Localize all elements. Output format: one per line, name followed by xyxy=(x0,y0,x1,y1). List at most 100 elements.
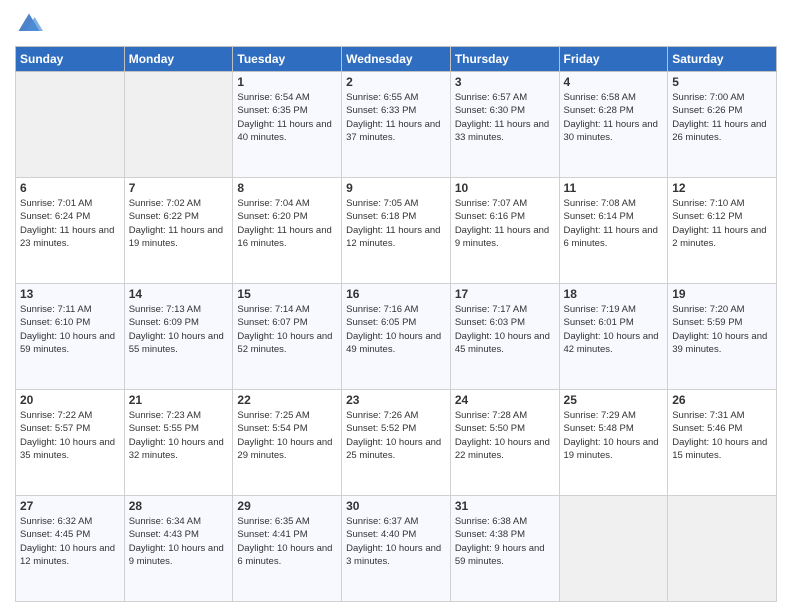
day-detail: Sunrise: 7:13 AM Sunset: 6:09 PM Dayligh… xyxy=(129,303,229,356)
day-number: 30 xyxy=(346,499,446,513)
calendar-cell: 16 Sunrise: 7:16 AM Sunset: 6:05 PM Dayl… xyxy=(342,284,451,390)
col-header-thursday: Thursday xyxy=(450,47,559,72)
day-detail: Sunrise: 6:57 AM Sunset: 6:30 PM Dayligh… xyxy=(455,91,555,144)
calendar-table: SundayMondayTuesdayWednesdayThursdayFrid… xyxy=(15,46,777,602)
day-number: 10 xyxy=(455,181,555,195)
day-detail: Sunrise: 7:23 AM Sunset: 5:55 PM Dayligh… xyxy=(129,409,229,462)
calendar-cell: 12 Sunrise: 7:10 AM Sunset: 6:12 PM Dayl… xyxy=(668,178,777,284)
calendar-cell: 28 Sunrise: 6:34 AM Sunset: 4:43 PM Dayl… xyxy=(124,496,233,602)
day-detail: Sunrise: 7:31 AM Sunset: 5:46 PM Dayligh… xyxy=(672,409,772,462)
week-row-5: 27 Sunrise: 6:32 AM Sunset: 4:45 PM Dayl… xyxy=(16,496,777,602)
day-number: 22 xyxy=(237,393,337,407)
week-row-2: 6 Sunrise: 7:01 AM Sunset: 6:24 PM Dayli… xyxy=(16,178,777,284)
calendar-cell: 1 Sunrise: 6:54 AM Sunset: 6:35 PM Dayli… xyxy=(233,72,342,178)
day-number: 12 xyxy=(672,181,772,195)
header xyxy=(15,10,777,38)
page: SundayMondayTuesdayWednesdayThursdayFrid… xyxy=(0,0,792,612)
calendar-cell: 25 Sunrise: 7:29 AM Sunset: 5:48 PM Dayl… xyxy=(559,390,668,496)
day-detail: Sunrise: 6:37 AM Sunset: 4:40 PM Dayligh… xyxy=(346,515,446,568)
calendar-cell: 21 Sunrise: 7:23 AM Sunset: 5:55 PM Dayl… xyxy=(124,390,233,496)
day-number: 1 xyxy=(237,75,337,89)
day-detail: Sunrise: 7:01 AM Sunset: 6:24 PM Dayligh… xyxy=(20,197,120,250)
day-number: 5 xyxy=(672,75,772,89)
calendar-cell: 10 Sunrise: 7:07 AM Sunset: 6:16 PM Dayl… xyxy=(450,178,559,284)
day-number: 11 xyxy=(564,181,664,195)
day-number: 19 xyxy=(672,287,772,301)
calendar-cell: 11 Sunrise: 7:08 AM Sunset: 6:14 PM Dayl… xyxy=(559,178,668,284)
logo xyxy=(15,10,47,38)
col-header-sunday: Sunday xyxy=(16,47,125,72)
calendar-cell: 14 Sunrise: 7:13 AM Sunset: 6:09 PM Dayl… xyxy=(124,284,233,390)
header-row: SundayMondayTuesdayWednesdayThursdayFrid… xyxy=(16,47,777,72)
col-header-monday: Monday xyxy=(124,47,233,72)
calendar-cell: 8 Sunrise: 7:04 AM Sunset: 6:20 PM Dayli… xyxy=(233,178,342,284)
calendar-cell: 26 Sunrise: 7:31 AM Sunset: 5:46 PM Dayl… xyxy=(668,390,777,496)
day-detail: Sunrise: 7:19 AM Sunset: 6:01 PM Dayligh… xyxy=(564,303,664,356)
day-number: 27 xyxy=(20,499,120,513)
day-detail: Sunrise: 7:14 AM Sunset: 6:07 PM Dayligh… xyxy=(237,303,337,356)
day-detail: Sunrise: 7:08 AM Sunset: 6:14 PM Dayligh… xyxy=(564,197,664,250)
calendar-cell: 9 Sunrise: 7:05 AM Sunset: 6:18 PM Dayli… xyxy=(342,178,451,284)
calendar-cell xyxy=(668,496,777,602)
calendar-cell xyxy=(16,72,125,178)
day-number: 17 xyxy=(455,287,555,301)
day-detail: Sunrise: 7:11 AM Sunset: 6:10 PM Dayligh… xyxy=(20,303,120,356)
calendar-body: 1 Sunrise: 6:54 AM Sunset: 6:35 PM Dayli… xyxy=(16,72,777,602)
day-detail: Sunrise: 7:02 AM Sunset: 6:22 PM Dayligh… xyxy=(129,197,229,250)
calendar-cell: 19 Sunrise: 7:20 AM Sunset: 5:59 PM Dayl… xyxy=(668,284,777,390)
calendar-cell: 6 Sunrise: 7:01 AM Sunset: 6:24 PM Dayli… xyxy=(16,178,125,284)
col-header-saturday: Saturday xyxy=(668,47,777,72)
day-detail: Sunrise: 7:28 AM Sunset: 5:50 PM Dayligh… xyxy=(455,409,555,462)
calendar-cell: 20 Sunrise: 7:22 AM Sunset: 5:57 PM Dayl… xyxy=(16,390,125,496)
day-detail: Sunrise: 7:07 AM Sunset: 6:16 PM Dayligh… xyxy=(455,197,555,250)
day-detail: Sunrise: 7:05 AM Sunset: 6:18 PM Dayligh… xyxy=(346,197,446,250)
day-number: 29 xyxy=(237,499,337,513)
day-number: 8 xyxy=(237,181,337,195)
col-header-friday: Friday xyxy=(559,47,668,72)
day-number: 6 xyxy=(20,181,120,195)
calendar-cell: 4 Sunrise: 6:58 AM Sunset: 6:28 PM Dayli… xyxy=(559,72,668,178)
day-detail: Sunrise: 6:38 AM Sunset: 4:38 PM Dayligh… xyxy=(455,515,555,568)
day-detail: Sunrise: 6:34 AM Sunset: 4:43 PM Dayligh… xyxy=(129,515,229,568)
day-detail: Sunrise: 6:32 AM Sunset: 4:45 PM Dayligh… xyxy=(20,515,120,568)
day-number: 15 xyxy=(237,287,337,301)
day-number: 18 xyxy=(564,287,664,301)
day-number: 2 xyxy=(346,75,446,89)
day-number: 16 xyxy=(346,287,446,301)
calendar-cell: 3 Sunrise: 6:57 AM Sunset: 6:30 PM Dayli… xyxy=(450,72,559,178)
calendar-cell: 17 Sunrise: 7:17 AM Sunset: 6:03 PM Dayl… xyxy=(450,284,559,390)
day-detail: Sunrise: 7:20 AM Sunset: 5:59 PM Dayligh… xyxy=(672,303,772,356)
calendar-cell xyxy=(559,496,668,602)
week-row-4: 20 Sunrise: 7:22 AM Sunset: 5:57 PM Dayl… xyxy=(16,390,777,496)
day-detail: Sunrise: 6:54 AM Sunset: 6:35 PM Dayligh… xyxy=(237,91,337,144)
day-detail: Sunrise: 6:58 AM Sunset: 6:28 PM Dayligh… xyxy=(564,91,664,144)
day-number: 25 xyxy=(564,393,664,407)
calendar-header: SundayMondayTuesdayWednesdayThursdayFrid… xyxy=(16,47,777,72)
calendar-cell: 2 Sunrise: 6:55 AM Sunset: 6:33 PM Dayli… xyxy=(342,72,451,178)
logo-icon xyxy=(15,10,43,38)
day-detail: Sunrise: 7:25 AM Sunset: 5:54 PM Dayligh… xyxy=(237,409,337,462)
calendar-cell: 30 Sunrise: 6:37 AM Sunset: 4:40 PM Dayl… xyxy=(342,496,451,602)
col-header-wednesday: Wednesday xyxy=(342,47,451,72)
calendar-cell: 15 Sunrise: 7:14 AM Sunset: 6:07 PM Dayl… xyxy=(233,284,342,390)
day-number: 31 xyxy=(455,499,555,513)
calendar-cell xyxy=(124,72,233,178)
calendar-cell: 27 Sunrise: 6:32 AM Sunset: 4:45 PM Dayl… xyxy=(16,496,125,602)
day-number: 23 xyxy=(346,393,446,407)
day-number: 9 xyxy=(346,181,446,195)
day-detail: Sunrise: 7:26 AM Sunset: 5:52 PM Dayligh… xyxy=(346,409,446,462)
day-detail: Sunrise: 7:16 AM Sunset: 6:05 PM Dayligh… xyxy=(346,303,446,356)
day-number: 20 xyxy=(20,393,120,407)
day-detail: Sunrise: 7:10 AM Sunset: 6:12 PM Dayligh… xyxy=(672,197,772,250)
day-number: 3 xyxy=(455,75,555,89)
calendar-cell: 5 Sunrise: 7:00 AM Sunset: 6:26 PM Dayli… xyxy=(668,72,777,178)
calendar-cell: 23 Sunrise: 7:26 AM Sunset: 5:52 PM Dayl… xyxy=(342,390,451,496)
calendar-cell: 22 Sunrise: 7:25 AM Sunset: 5:54 PM Dayl… xyxy=(233,390,342,496)
day-detail: Sunrise: 7:04 AM Sunset: 6:20 PM Dayligh… xyxy=(237,197,337,250)
day-number: 26 xyxy=(672,393,772,407)
calendar-cell: 7 Sunrise: 7:02 AM Sunset: 6:22 PM Dayli… xyxy=(124,178,233,284)
day-number: 21 xyxy=(129,393,229,407)
day-number: 7 xyxy=(129,181,229,195)
calendar-cell: 24 Sunrise: 7:28 AM Sunset: 5:50 PM Dayl… xyxy=(450,390,559,496)
calendar-cell: 31 Sunrise: 6:38 AM Sunset: 4:38 PM Dayl… xyxy=(450,496,559,602)
